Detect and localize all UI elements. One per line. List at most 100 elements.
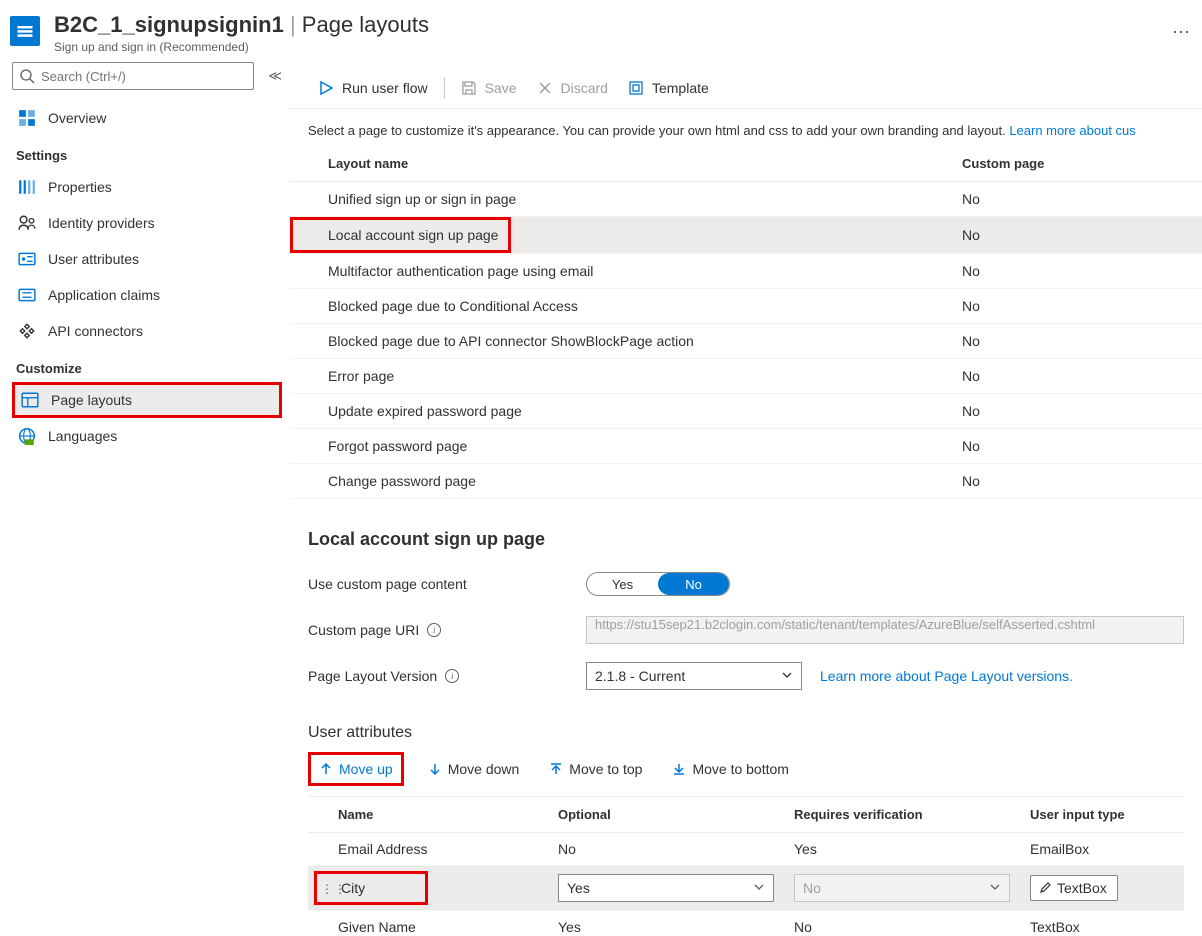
layout-row[interactable]: Change password pageNo bbox=[290, 464, 1202, 499]
app-icon bbox=[10, 16, 40, 46]
toggle-yes[interactable]: Yes bbox=[587, 573, 658, 595]
nav-properties[interactable]: Properties bbox=[12, 169, 282, 205]
layout-name: Unified sign up or sign in page bbox=[290, 182, 942, 217]
layout-row[interactable]: Error pageNo bbox=[290, 359, 1202, 394]
toggle-no[interactable]: No bbox=[658, 573, 729, 595]
col-attr-optional: Optional bbox=[548, 797, 784, 833]
attr-name: ⋮⋮City bbox=[314, 871, 428, 905]
more-actions-button[interactable]: ⋯ bbox=[1172, 22, 1192, 43]
optional-select[interactable]: Yes bbox=[558, 874, 774, 902]
attributes-table: Name Optional Requires verification User… bbox=[308, 796, 1184, 936]
layout-custom: No bbox=[942, 254, 1202, 289]
overview-icon bbox=[18, 109, 36, 127]
search-input[interactable] bbox=[12, 62, 254, 90]
layout-name: Multifactor authentication page using em… bbox=[290, 254, 942, 289]
attr-row[interactable]: Given NameYesNoTextBox bbox=[308, 911, 1184, 936]
chevron-down-icon bbox=[753, 880, 765, 896]
attr-verify: No bbox=[784, 911, 1020, 936]
attr-row[interactable]: ⋮⋮City Yes No TextBox bbox=[308, 866, 1184, 911]
layout-custom: No bbox=[942, 289, 1202, 324]
nav-application-claims[interactable]: Application claims bbox=[12, 277, 282, 313]
col-attr-name: Name bbox=[308, 797, 548, 833]
layout-row[interactable]: Forgot password pageNo bbox=[290, 429, 1202, 464]
uri-input: https://stu15sep21.b2clogin.com/static/t… bbox=[586, 616, 1184, 644]
move-down-button[interactable]: Move down bbox=[422, 757, 526, 781]
layout-name: Update expired password page bbox=[290, 394, 942, 429]
chevron-down-icon bbox=[781, 668, 793, 684]
properties-icon bbox=[18, 178, 36, 196]
layout-row[interactable]: Unified sign up or sign in pageNo bbox=[290, 182, 1202, 217]
identity-icon bbox=[18, 214, 36, 232]
page-layouts-icon bbox=[21, 391, 39, 409]
nav-user-attributes[interactable]: User attributes bbox=[12, 241, 282, 277]
page-subtitle: Sign up and sign in (Recommended) bbox=[54, 40, 1142, 54]
sidebar: ≪ Overview Settings Properties Identit bbox=[0, 62, 290, 936]
layout-name: Local account sign up page bbox=[290, 217, 511, 253]
move-up-button[interactable]: Move up bbox=[313, 757, 399, 781]
layout-name: Blocked page due to API connector ShowBl… bbox=[290, 324, 942, 359]
toolbar: Run user flow Save Discard Template bbox=[290, 68, 1202, 108]
layout-custom: No bbox=[942, 464, 1202, 499]
app-claims-icon bbox=[18, 286, 36, 304]
uri-label: Custom page URI bbox=[308, 622, 419, 638]
move-top-button[interactable]: Move to top bbox=[543, 757, 648, 781]
chevron-down-icon bbox=[989, 880, 1001, 896]
attr-name: Email Address bbox=[308, 833, 548, 866]
learn-more-link[interactable]: Learn more about cus bbox=[1009, 123, 1135, 138]
input-type-button[interactable]: TextBox bbox=[1030, 875, 1118, 901]
layout-name: Change password page bbox=[290, 464, 942, 499]
nav-identity-providers[interactable]: Identity providers bbox=[12, 205, 282, 241]
layout-custom: No bbox=[942, 429, 1202, 464]
layout-custom: No bbox=[942, 324, 1202, 359]
attr-input-type: EmailBox bbox=[1020, 833, 1184, 866]
attr-input-type: TextBox bbox=[1020, 911, 1184, 936]
layout-name: Forgot password page bbox=[290, 429, 942, 464]
layout-name: Error page bbox=[290, 359, 942, 394]
nav-group-settings: Settings bbox=[12, 136, 282, 169]
move-bottom-button[interactable]: Move to bottom bbox=[666, 757, 795, 781]
nav-languages[interactable]: Languages bbox=[12, 418, 282, 454]
use-custom-label: Use custom page content bbox=[308, 576, 586, 592]
layout-custom: No bbox=[942, 182, 1202, 217]
layout-row[interactable]: Multifactor authentication page using em… bbox=[290, 254, 1202, 289]
search-field[interactable] bbox=[41, 69, 247, 84]
layout-row[interactable]: Local account sign up page No bbox=[290, 217, 1202, 254]
layout-custom: No bbox=[942, 217, 1202, 254]
run-user-flow-button[interactable]: Run user flow bbox=[308, 72, 438, 104]
nav-overview[interactable]: Overview bbox=[12, 100, 282, 136]
languages-icon bbox=[18, 427, 36, 445]
detail-title: Local account sign up page bbox=[308, 529, 1184, 550]
version-select[interactable]: 2.1.8 - Current bbox=[586, 662, 802, 690]
layout-row[interactable]: Blocked page due to Conditional AccessNo bbox=[290, 289, 1202, 324]
layout-row[interactable]: Update expired password pageNo bbox=[290, 394, 1202, 429]
attr-row[interactable]: Email AddressNoYesEmailBox bbox=[308, 833, 1184, 866]
save-button: Save bbox=[451, 72, 527, 104]
nav-api-connectors[interactable]: API connectors bbox=[12, 313, 282, 349]
layout-row[interactable]: Blocked page due to API connector ShowBl… bbox=[290, 324, 1202, 359]
layouts-table: Layout name Custom page Unified sign up … bbox=[290, 146, 1202, 499]
attr-optional: Yes bbox=[548, 911, 784, 936]
info-icon[interactable]: i bbox=[445, 669, 459, 683]
attr-optional: No bbox=[548, 833, 784, 866]
user-attributes-icon bbox=[18, 250, 36, 268]
layout-custom: No bbox=[942, 394, 1202, 429]
template-button[interactable]: Template bbox=[618, 72, 719, 104]
layout-name: Blocked page due to Conditional Access bbox=[290, 289, 942, 324]
version-label: Page Layout Version bbox=[308, 668, 437, 684]
col-custom-page: Custom page bbox=[942, 146, 1202, 182]
discard-button: Discard bbox=[527, 72, 618, 104]
layout-custom: No bbox=[942, 359, 1202, 394]
attr-name: Given Name bbox=[308, 911, 548, 936]
version-learn-link[interactable]: Learn more about Page Layout versions. bbox=[820, 668, 1073, 684]
info-icon[interactable]: i bbox=[427, 623, 441, 637]
page-section: Page layouts bbox=[302, 12, 429, 37]
collapse-sidebar-button[interactable]: ≪ bbox=[268, 68, 282, 84]
page-header: B2C_1_signupsignin1 | Page layouts Sign … bbox=[0, 0, 1202, 62]
verify-select: No bbox=[794, 874, 1010, 902]
nav-group-customize: Customize bbox=[12, 349, 282, 382]
nav-page-layouts[interactable]: Page layouts bbox=[12, 382, 282, 418]
info-text: Select a page to customize it's appearan… bbox=[290, 109, 1202, 146]
flow-name: B2C_1_signupsignin1 bbox=[54, 12, 284, 37]
use-custom-toggle[interactable]: Yes No bbox=[586, 572, 730, 596]
drag-handle-icon[interactable]: ⋮⋮ bbox=[321, 885, 331, 893]
